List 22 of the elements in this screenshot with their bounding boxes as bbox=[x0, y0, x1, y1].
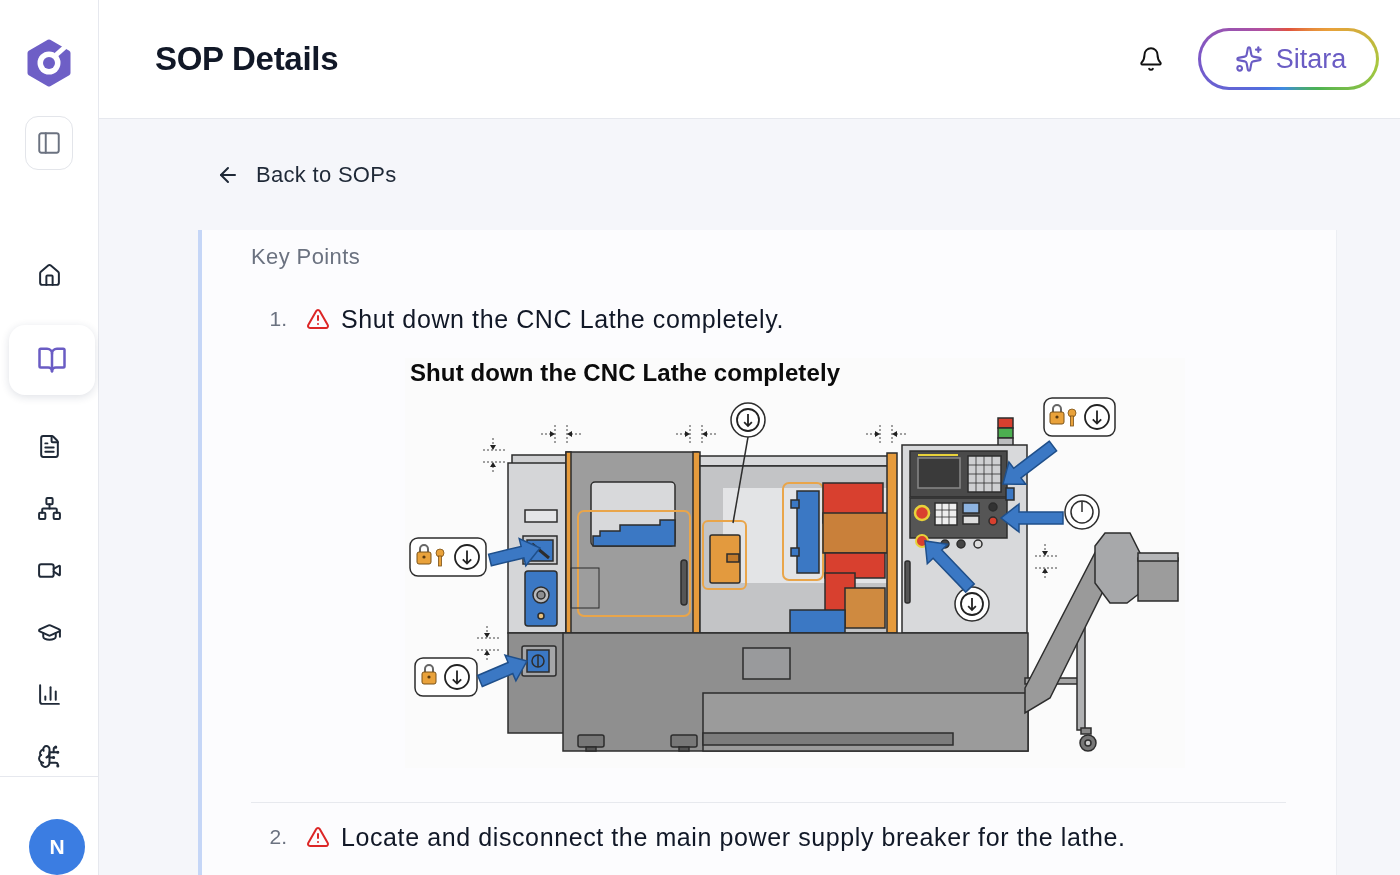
bell-icon bbox=[1138, 46, 1164, 72]
warning-icon bbox=[306, 825, 330, 849]
page-title: SOP Details bbox=[155, 40, 339, 78]
warning-icon bbox=[306, 307, 330, 331]
sparkles-icon bbox=[1234, 45, 1263, 73]
key-point-text: Shut down the CNC Lathe completely. bbox=[341, 304, 784, 334]
section-heading: Key Points bbox=[251, 244, 362, 270]
hierarchy-icon bbox=[36, 495, 62, 521]
key-point-text: Locate and disconnect the main power supply breaker for the lathe. bbox=[341, 822, 1126, 852]
bar-chart-icon bbox=[36, 681, 62, 707]
list-number: 2. bbox=[269, 825, 287, 849]
sidebar-toggle-button[interactable] bbox=[25, 116, 73, 170]
figure-title: Shut down the CNC Lathe completely bbox=[410, 358, 841, 388]
notifications-button[interactable] bbox=[1137, 45, 1165, 73]
panel-left-icon bbox=[36, 130, 62, 156]
brain-icon bbox=[36, 743, 62, 769]
back-link[interactable]: Back to SOPs bbox=[216, 157, 397, 193]
user-avatar[interactable]: N bbox=[29, 819, 85, 875]
home-icon bbox=[36, 262, 62, 288]
book-icon bbox=[37, 345, 67, 375]
logo-icon bbox=[25, 37, 73, 89]
list-number: 1. bbox=[269, 307, 287, 331]
